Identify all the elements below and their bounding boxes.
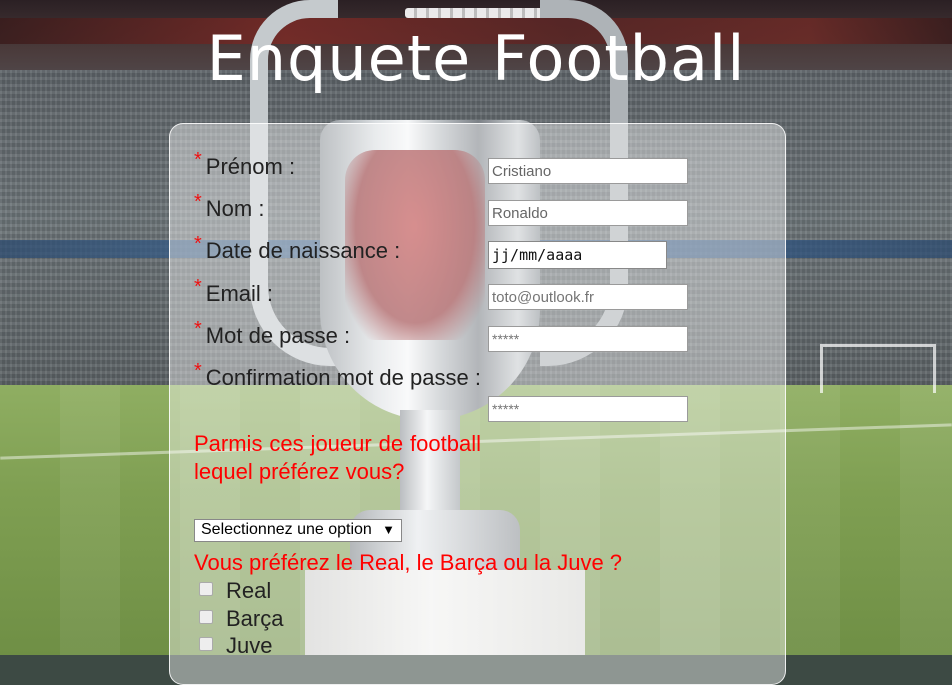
required-asterisk: * <box>194 233 202 255</box>
birthdate-label: * Date de naissance : <box>194 233 401 263</box>
password-label: * Mot de passe : <box>194 318 351 348</box>
player-select-value: Selectionnez une option <box>201 521 372 538</box>
required-asterisk: * <box>194 276 202 298</box>
chevron-down-icon: ▼ <box>382 522 395 537</box>
checkbox-barca[interactable] <box>199 610 213 625</box>
club-question: Vous préférez le Real, le Barça ou la Ju… <box>194 550 623 575</box>
checkbox-juve[interactable] <box>199 637 213 652</box>
firstname-input[interactable] <box>488 158 688 184</box>
player-select[interactable]: Selectionnez une option ▼ <box>194 519 402 542</box>
required-asterisk: * <box>194 360 202 382</box>
lastname-label: * Nom : <box>194 191 265 221</box>
required-asterisk: * <box>194 318 202 340</box>
page-title: Enquete Football <box>206 22 746 95</box>
required-asterisk: * <box>194 149 202 171</box>
goal-frame <box>820 344 936 393</box>
email-input[interactable] <box>488 284 688 310</box>
required-asterisk: * <box>194 191 202 213</box>
club-option-juve[interactable]: Juve <box>199 632 272 660</box>
firstname-label: * Prénom : <box>194 149 296 179</box>
password-input[interactable] <box>488 326 688 352</box>
email-label: * Email : <box>194 276 274 306</box>
player-question: Parmis ces joueur de football lequel pré… <box>194 431 481 484</box>
password-confirm-label: * Confirmation mot de passe : <box>194 360 481 390</box>
birthdate-input[interactable] <box>488 241 667 269</box>
club-option-real[interactable]: Real <box>199 577 271 605</box>
lastname-input[interactable] <box>488 200 688 226</box>
club-option-barca[interactable]: Barça <box>199 605 283 633</box>
checkbox-real[interactable] <box>199 582 213 597</box>
password-confirm-input[interactable] <box>488 396 688 422</box>
